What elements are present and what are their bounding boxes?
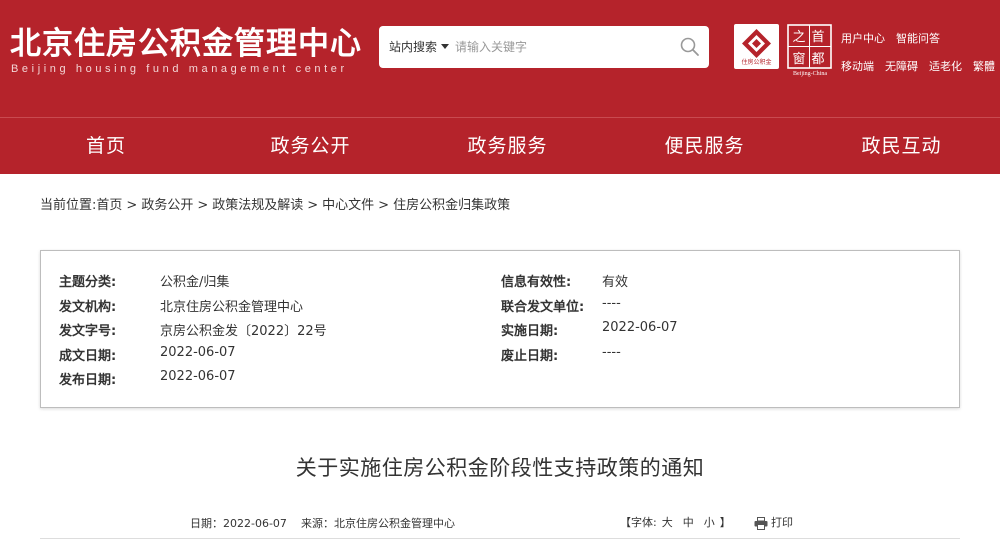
print-label: 打印	[771, 516, 793, 529]
nav-gov-services[interactable]: 政务服务	[409, 118, 606, 174]
logo-char: 都	[811, 52, 824, 67]
accessibility-link[interactable]: 无障碍	[885, 58, 918, 74]
font-size-prefix: 【字体:	[620, 516, 657, 529]
breadcrumb-gov-affairs-open[interactable]: 政务公开	[141, 198, 193, 213]
info-issuer-value: 北京住房公积金管理中心	[160, 300, 304, 315]
capital-window-logo-icon: 首 都 之 窗	[787, 24, 832, 69]
font-large-button[interactable]: 大	[662, 516, 673, 529]
info-validity-label: 信息有效性:	[501, 275, 572, 290]
site-header: 北京住房公积金管理中心 Beijing housing fund managem…	[0, 0, 1000, 117]
breadcrumb-policy[interactable]: 政策法规及解读	[212, 198, 303, 213]
logo-char: 之	[792, 30, 805, 45]
nav-public-services[interactable]: 便民服务	[606, 118, 803, 174]
font-medium-button[interactable]: 中	[683, 516, 694, 529]
document-info-box: 主题分类: 公积金/归集 发文机构: 北京住房公积金管理中心 发文字号: 京房公…	[40, 250, 960, 408]
info-issuer-label: 发文机构:	[59, 300, 117, 315]
capital-window-logo[interactable]: 首 都 之 窗 Beijing-China	[787, 24, 832, 77]
logo-char: 窗	[792, 51, 805, 67]
info-created-label: 成文日期:	[59, 349, 117, 364]
nav-gov-affairs-open[interactable]: 政务公开	[212, 118, 409, 174]
caret-down-icon	[441, 44, 450, 49]
top-links: 用户中心 智能问答 移动端 无障碍 适老化 繁體	[841, 30, 995, 74]
site-title[interactable]: 北京住房公积金管理中心	[10, 18, 362, 63]
article-date: 日期：2022-06-07	[190, 517, 287, 530]
info-joint-issuer-value: ----	[602, 296, 621, 311]
article-title: 关于实施住房公积金阶段性支持政策的通知	[295, 456, 705, 480]
info-abolished-value: ----	[602, 345, 621, 360]
info-joint-issuer-label: 联合发文单位:	[501, 300, 585, 315]
smart-qa-link[interactable]: 智能问答	[896, 30, 940, 46]
main-nav: 首页 政务公开 政务服务 便民服务 政民互动	[0, 117, 1000, 174]
search-box: 站内搜索	[379, 26, 709, 68]
search-icon	[680, 37, 699, 56]
info-validity-value: 有效	[602, 275, 629, 290]
breadcrumb-separator: >	[197, 198, 209, 213]
capital-window-caption: Beijing-China	[793, 71, 827, 77]
search-scope-label: 站内搜索	[389, 40, 438, 54]
info-effective-label: 实施日期:	[501, 324, 559, 339]
article-source: 来源：北京住房公积金管理中心	[301, 517, 455, 530]
meta-divider	[40, 538, 960, 539]
search-scope-dropdown[interactable]: 站内搜索	[389, 26, 450, 68]
search-input[interactable]	[455, 35, 655, 59]
breadcrumb-center-docs[interactable]: 中心文件	[322, 198, 374, 213]
breadcrumb-collection-policy[interactable]: 住房公积金归集政策	[393, 198, 510, 213]
printer-icon	[754, 516, 768, 530]
font-size-suffix: 】	[719, 516, 731, 529]
info-doc-no-label: 发文字号:	[59, 324, 117, 339]
info-subject-label: 主题分类:	[59, 275, 117, 290]
housing-fund-logo[interactable]: 住房公积金	[734, 24, 779, 69]
logo-char: 首	[811, 30, 824, 45]
breadcrumb-home[interactable]: 首页	[96, 198, 122, 213]
elderly-mode-link[interactable]: 适老化	[929, 58, 962, 74]
breadcrumb-separator: >	[126, 198, 138, 213]
info-published-value: 2022-06-07	[160, 369, 236, 384]
print-button[interactable]: 打印	[754, 514, 793, 530]
font-small-button[interactable]: 小	[704, 516, 715, 529]
breadcrumb-separator: >	[307, 198, 319, 213]
site-subtitle: Beijing housing fund management center	[11, 63, 348, 75]
traditional-chinese-link[interactable]: 繁體	[973, 58, 995, 74]
info-subject-value: 公积金/归集	[160, 275, 230, 290]
search-button[interactable]	[679, 36, 701, 58]
breadcrumb-prefix: 当前位置:	[40, 198, 97, 213]
info-created-value: 2022-06-07	[160, 345, 236, 360]
nav-interaction[interactable]: 政民互动	[803, 118, 1000, 174]
info-effective-value: 2022-06-07	[602, 320, 678, 335]
info-published-label: 发布日期:	[59, 373, 117, 388]
info-doc-no-value: 京房公积金发〔2022〕22号	[160, 324, 327, 339]
info-abolished-label: 废止日期:	[501, 349, 559, 364]
breadcrumb: 当前位置:首页 > 政务公开 > 政策法规及解读 > 中心文件 > 住房公积金归集政策	[40, 194, 510, 213]
breadcrumb-separator: >	[378, 198, 390, 213]
user-center-link[interactable]: 用户中心	[841, 30, 885, 46]
mobile-link[interactable]: 移动端	[841, 58, 874, 74]
nav-home[interactable]: 首页	[0, 118, 212, 174]
font-size-control: 【字体: 大中小】	[620, 514, 731, 530]
housing-fund-logo-caption: 住房公积金	[741, 59, 772, 66]
